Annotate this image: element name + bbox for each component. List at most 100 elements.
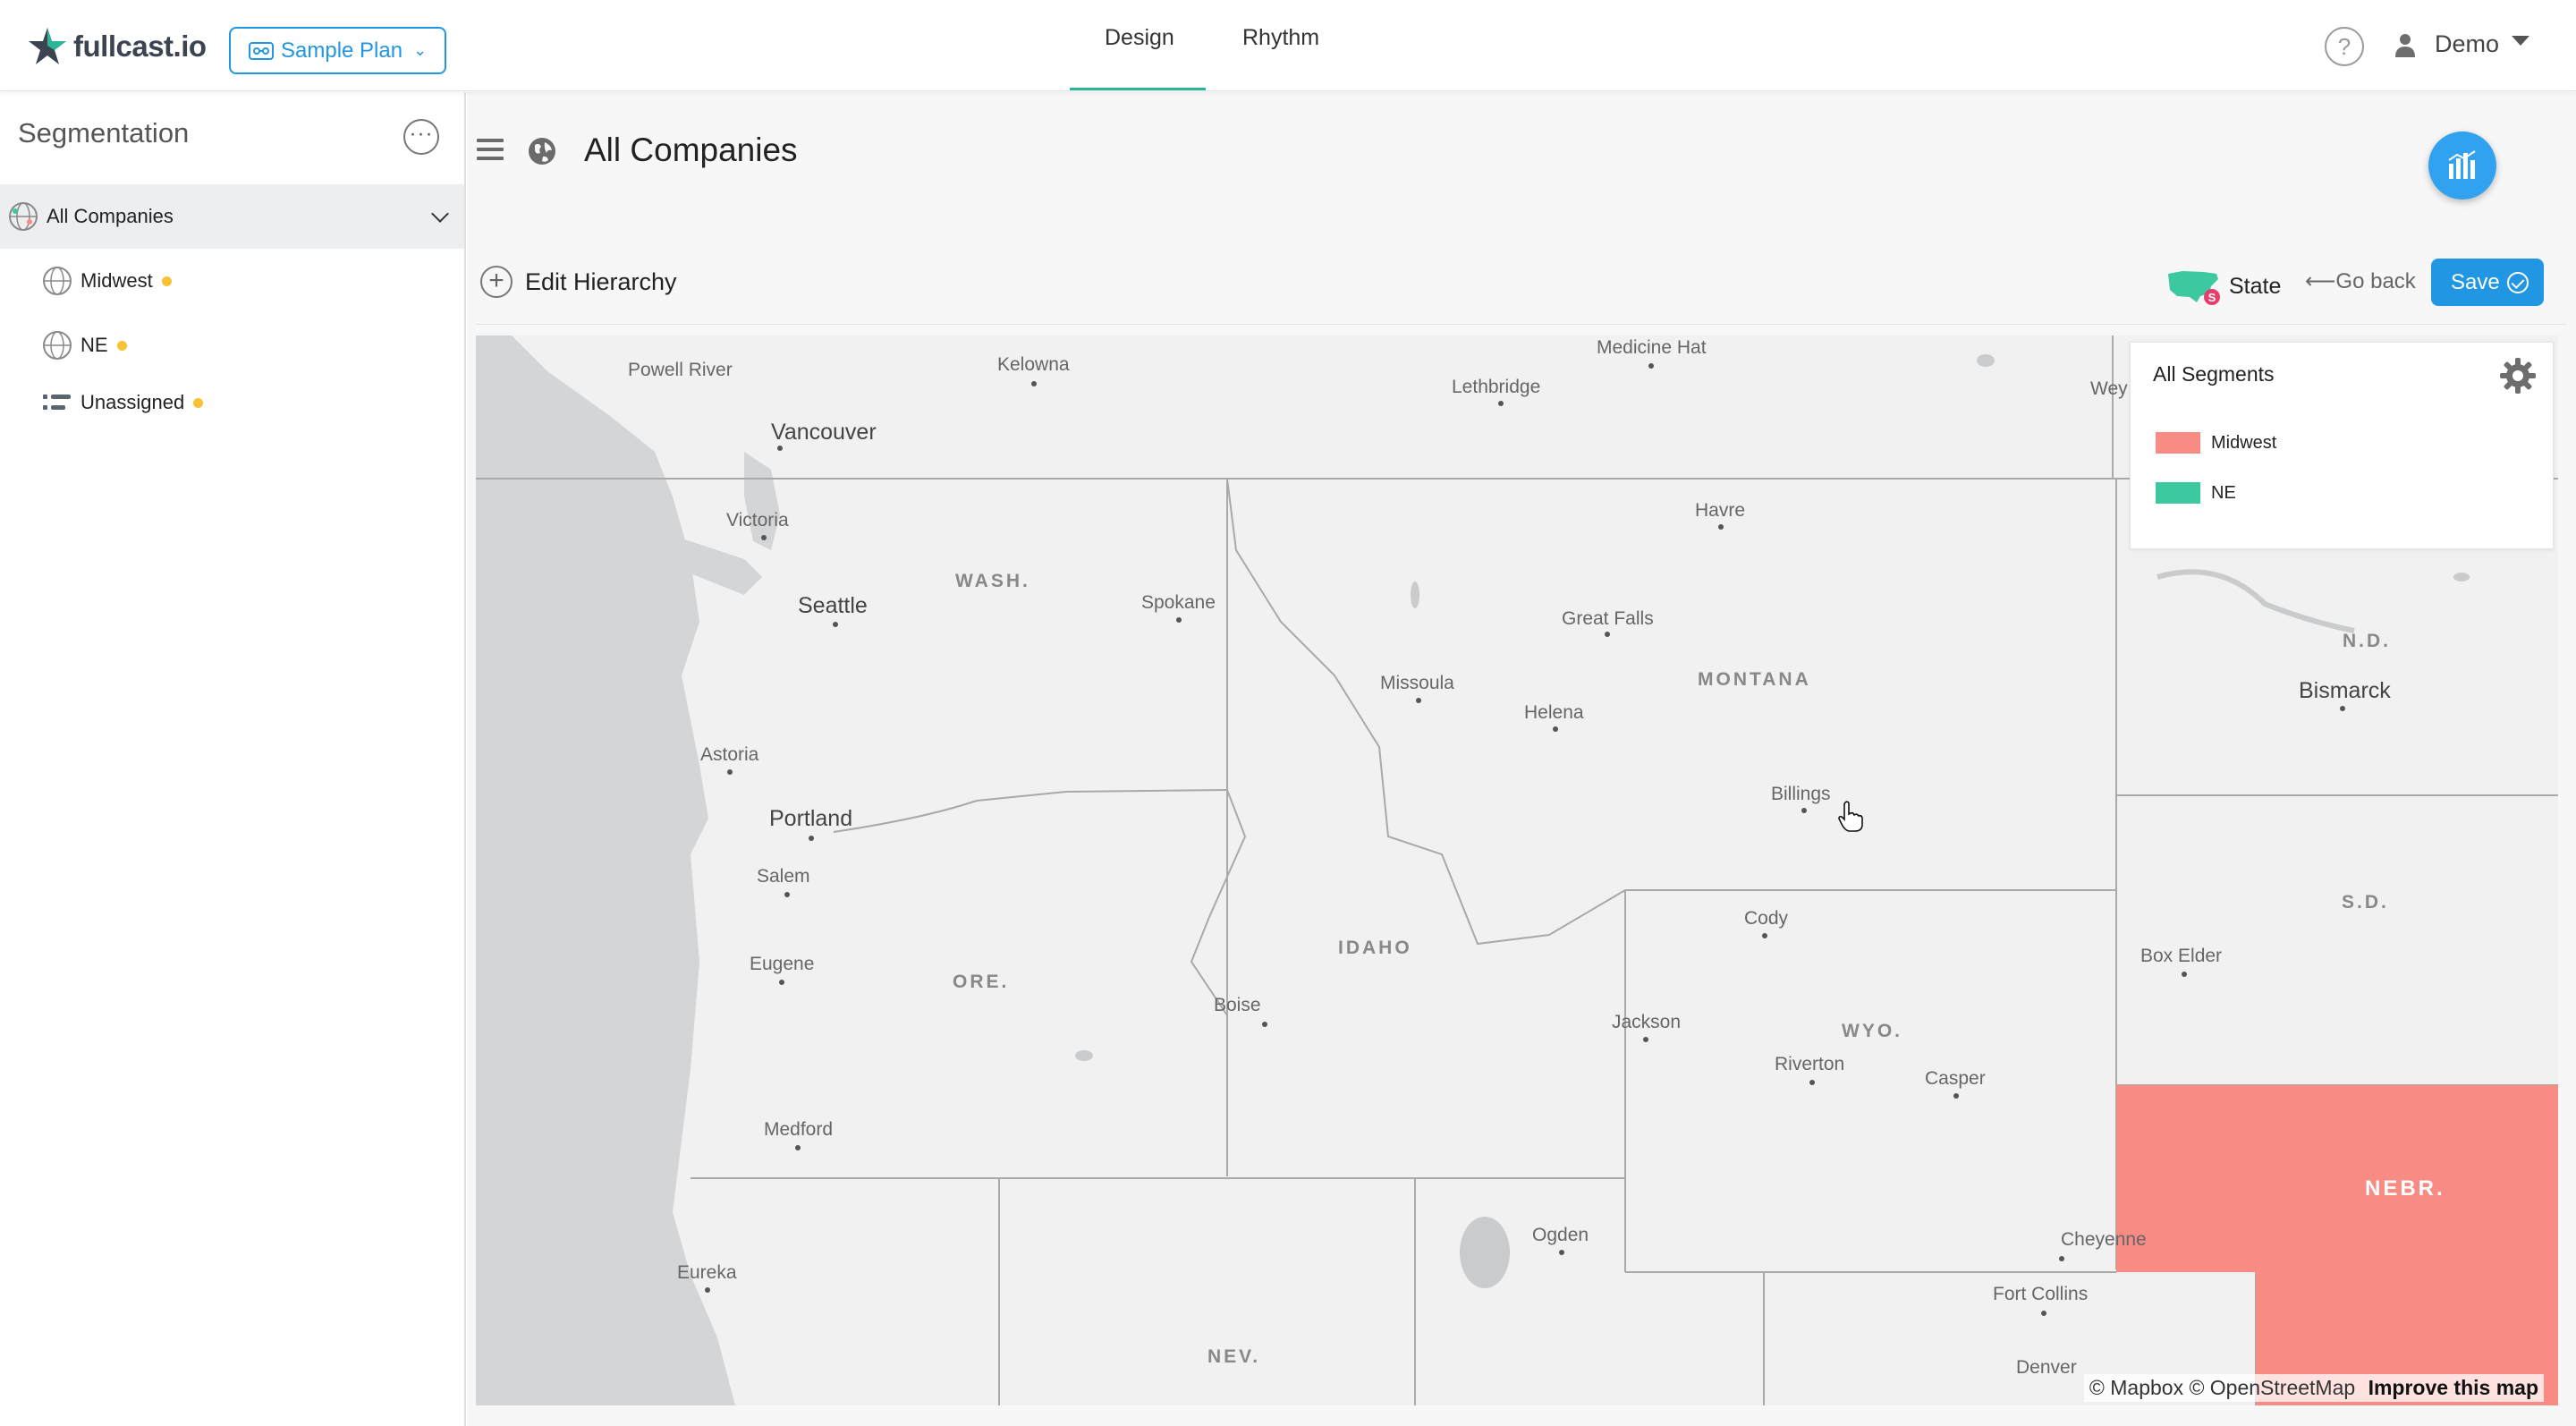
tab-rhythm[interactable]: Rhythm: [1242, 25, 1319, 51]
tab-design[interactable]: Design: [1105, 25, 1174, 51]
improve-map-link[interactable]: Improve this map: [2368, 1376, 2538, 1399]
sidebar-item-ne[interactable]: NE: [0, 313, 464, 378]
city-label: Jackson: [1612, 1012, 1682, 1032]
status-dot: [161, 276, 172, 286]
city-label: Bismarck: [2299, 678, 2391, 703]
city-pin: [1605, 632, 1610, 637]
fullcast-logo[interactable]: fullcast.io: [27, 23, 207, 70]
city-pin: [809, 836, 814, 841]
segmentation-sidebar: Segmentation ··· All Companies Midwest N…: [0, 92, 466, 1426]
city-label: Casper: [1925, 1068, 1986, 1089]
city-pin: [1416, 698, 1421, 703]
legend-title: All Segments: [2153, 362, 2275, 386]
city-label: Riverton: [1775, 1054, 1845, 1074]
city-pin: [1648, 363, 1654, 369]
state-label-wyo: WYO.: [1842, 1021, 1902, 1041]
city-label: Eugene: [750, 954, 815, 974]
city-label: Kelowna: [997, 354, 1070, 375]
city-pin: [777, 446, 783, 451]
segments-legend: All Segments Midwest NE: [2130, 342, 2554, 549]
state-label-nebr: NEBR.: [2365, 1176, 2445, 1201]
star-logo-icon: [29, 28, 66, 64]
legend-swatch: [2156, 432, 2200, 454]
gear-icon[interactable]: [2499, 357, 2537, 395]
chevron-down-icon[interactable]: [431, 205, 449, 223]
analytics-button[interactable]: [2428, 132, 2496, 199]
plan-icon: [249, 41, 274, 60]
city-label: Portland: [769, 806, 853, 831]
legend-item-label: Midwest: [2211, 432, 2277, 453]
city-label: Victoria: [726, 510, 789, 531]
hamburger-menu-icon[interactable]: [477, 139, 504, 160]
city-pin: [1801, 808, 1807, 813]
page-title: All Companies: [584, 132, 798, 168]
city-label: Cheyenne: [2061, 1229, 2147, 1250]
city-label: Spokane: [1141, 592, 1216, 613]
city-label: Helena: [1524, 702, 1584, 723]
caret-down-icon[interactable]: [2512, 36, 2529, 46]
city-label: Eureka: [677, 1262, 737, 1283]
city-pin: [833, 622, 838, 627]
city-pin: [1262, 1022, 1267, 1027]
toolbar-divider: [476, 324, 2567, 325]
edit-hierarchy-button[interactable]: + Edit Hierarchy: [480, 266, 677, 298]
plan-selector-label: Sample Plan: [281, 38, 403, 63]
plan-selector-button[interactable]: Sample Plan ⌄: [229, 27, 446, 74]
city-label: Havre: [1695, 500, 1746, 521]
city-label: Box Elder: [2140, 946, 2223, 966]
city-label: Wey: [2090, 378, 2128, 399]
sidebar-item-label: Midwest: [80, 269, 153, 292]
city-pin: [2340, 706, 2345, 711]
legend-swatch: [2156, 482, 2200, 504]
bar-chart-icon: [2448, 150, 2476, 179]
edit-hierarchy-label: Edit Hierarchy: [525, 267, 677, 295]
city-pin: [1953, 1093, 1959, 1099]
state-label-ore: ORE.: [953, 972, 1010, 992]
sidebar-item-label: NE: [80, 334, 108, 356]
hand-cursor-icon: [1838, 801, 1863, 832]
city-label: Powell River: [628, 360, 733, 380]
svg-text:S: S: [2208, 291, 2216, 304]
city-pin: [784, 892, 790, 897]
user-icon[interactable]: [2394, 32, 2416, 59]
city-pin: [2059, 1256, 2064, 1261]
logo-text: fullcast.io: [73, 30, 207, 63]
globe-icon: [529, 138, 555, 165]
sidebar-item-unassigned[interactable]: Unassigned: [0, 370, 464, 435]
city-pin: [1643, 1037, 1648, 1042]
legend-item-midwest: Midwest: [2156, 432, 2276, 454]
more-options-icon[interactable]: ···: [403, 119, 439, 155]
city-pin: [2041, 1311, 2046, 1316]
level-toggle-label: State: [2229, 273, 2282, 299]
city-pin: [779, 980, 784, 985]
city-label: Boise: [1214, 995, 1261, 1015]
city-label: Great Falls: [1562, 608, 1654, 629]
user-menu-name[interactable]: Demo: [2435, 30, 2499, 58]
city-pin: [1553, 726, 1558, 732]
go-back-link[interactable]: ⟵Go back: [2305, 268, 2416, 294]
city-pin: [1031, 381, 1037, 386]
sidebar-item-label: All Companies: [47, 205, 174, 227]
sidebar-item-label: Unassigned: [80, 391, 185, 413]
sidebar-item-midwest[interactable]: Midwest: [0, 249, 464, 313]
help-icon[interactable]: ?: [2325, 27, 2364, 66]
usa-map-icon: S: [2168, 271, 2220, 305]
list-icon: [43, 395, 71, 410]
state-label-sd: S.D.: [2342, 892, 2389, 912]
city-pin: [1718, 524, 1724, 530]
city-label: Missoula: [1380, 673, 1454, 693]
chevron-down-icon: ⌄: [413, 41, 428, 59]
globe-icon: [43, 267, 72, 295]
state-label-montana: MONTANA: [1698, 669, 1811, 690]
map-attribution: © Mapbox © OpenStreetMap Improve this ma…: [2083, 1374, 2544, 1402]
top-bar: fullcast.io Sample Plan ⌄ Design Rhythm …: [0, 0, 2576, 91]
save-button[interactable]: Save: [2431, 259, 2544, 306]
level-toggle-state[interactable]: S State: [2165, 267, 2281, 306]
city-label: Seattle: [798, 593, 868, 618]
city-pin: [705, 1287, 710, 1293]
city-label: Billings: [1771, 784, 1831, 804]
city-label: Astoria: [700, 744, 759, 765]
city-label: Lethbridge: [1452, 377, 1541, 397]
plus-icon: +: [480, 266, 513, 298]
sidebar-item-all-companies[interactable]: All Companies: [0, 184, 464, 249]
